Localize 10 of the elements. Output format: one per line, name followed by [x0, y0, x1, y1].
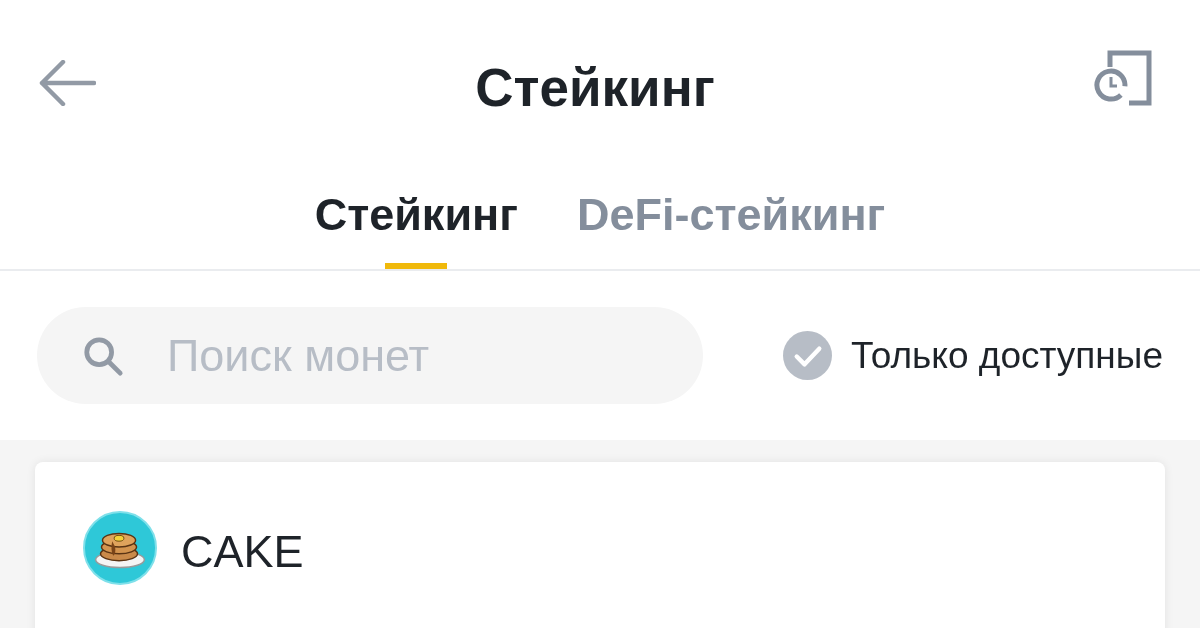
search-icon: [82, 335, 124, 377]
back-arrow-icon[interactable]: [38, 60, 96, 106]
tab[interactable]: Стейкинг: [314, 176, 518, 269]
coin-symbol: CAKE: [181, 526, 304, 578]
search-field[interactable]: Поиск монет: [37, 307, 703, 404]
available-only-checkbox[interactable]: Только доступные: [783, 331, 1163, 380]
page-title: Стейкинг: [475, 57, 715, 120]
coin-card[interactable]: CAKE: [35, 462, 1165, 628]
clock-document-icon[interactable]: [1094, 50, 1152, 106]
pancake-icon: [83, 511, 157, 585]
